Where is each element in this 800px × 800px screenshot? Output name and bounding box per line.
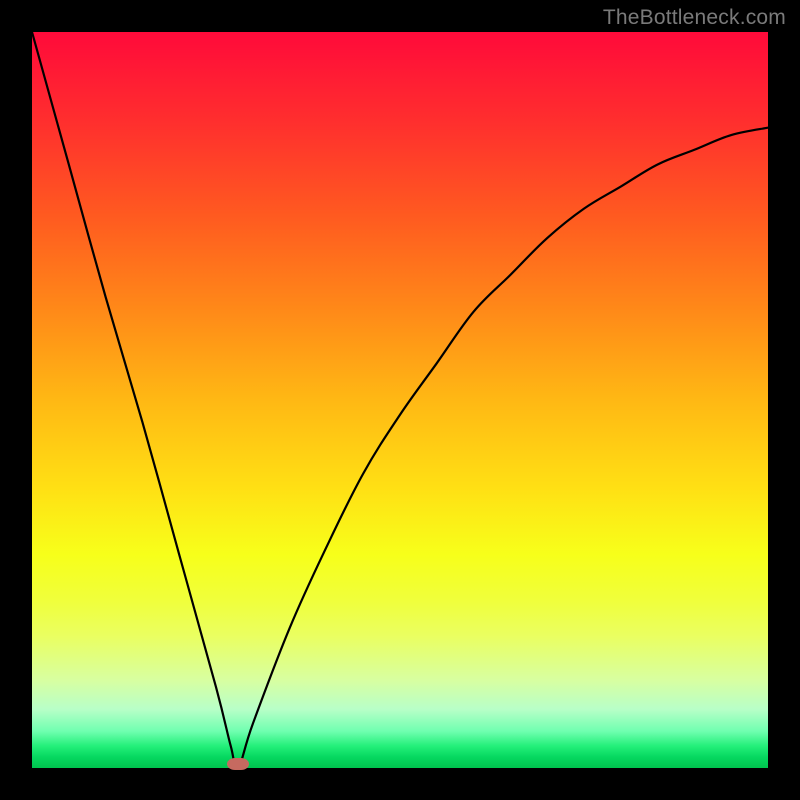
- chart-frame: TheBottleneck.com: [0, 0, 800, 800]
- watermark-text: TheBottleneck.com: [603, 6, 786, 30]
- minimum-marker: [227, 758, 249, 770]
- curve-path: [32, 32, 768, 769]
- bottleneck-curve: [32, 32, 768, 768]
- plot-area: [32, 32, 768, 768]
